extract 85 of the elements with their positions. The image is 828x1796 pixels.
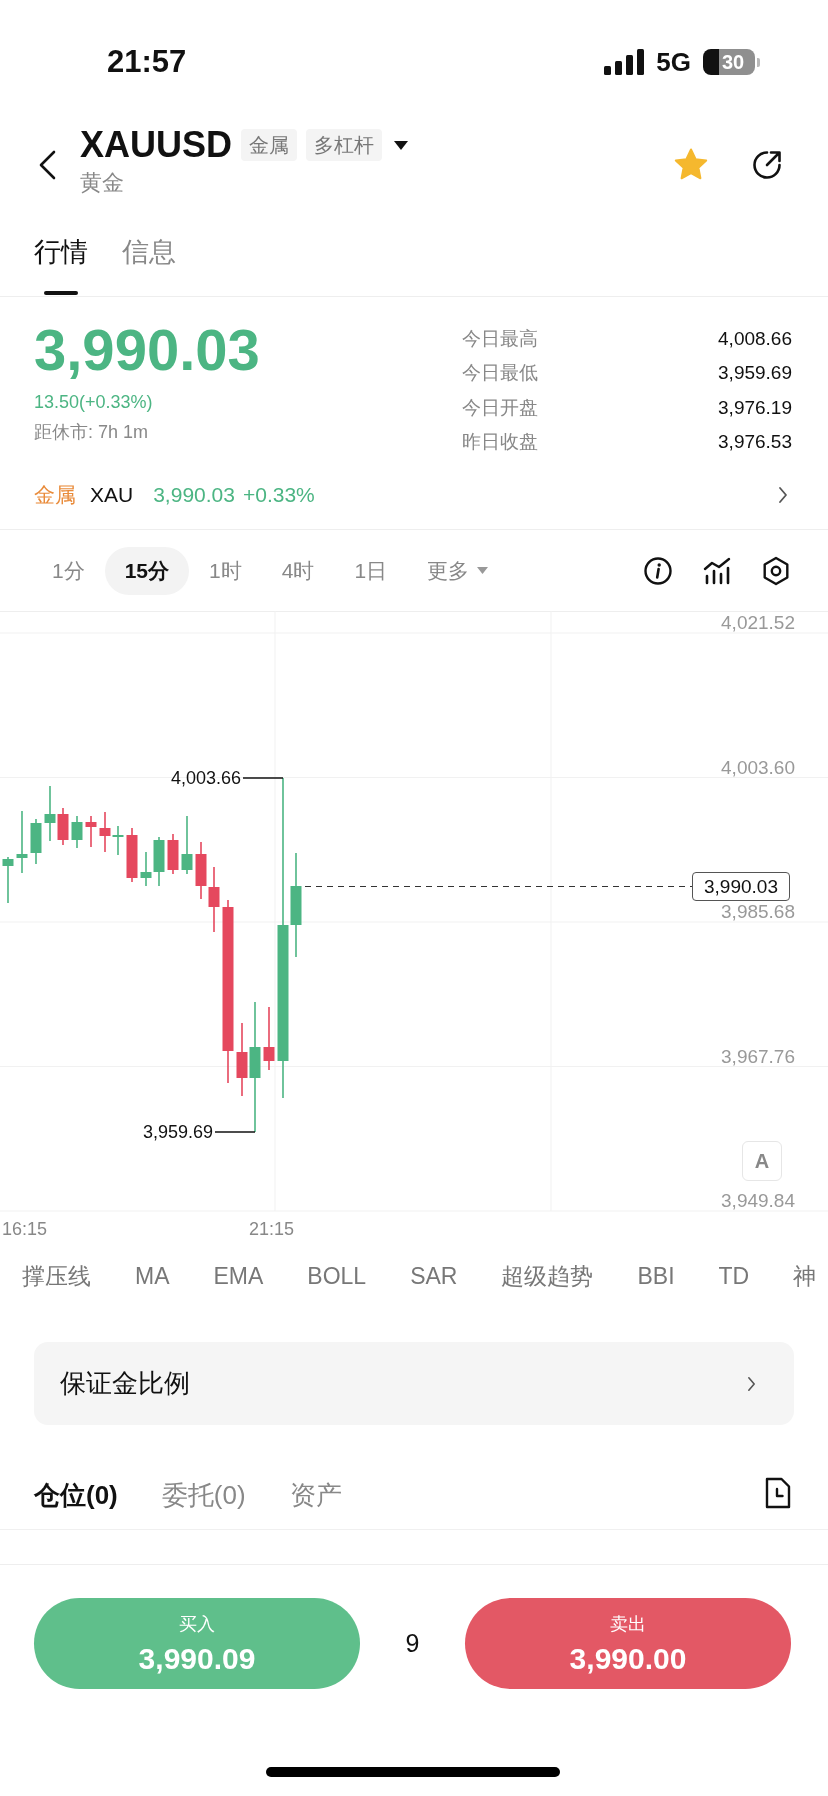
margin-ratio-button[interactable]: 保证金比例 <box>34 1342 794 1425</box>
timeframe-tab[interactable]: 15分 <box>104 546 190 595</box>
category-label: 金属 <box>34 481 76 508</box>
candle <box>16 810 28 874</box>
indicator-option[interactable]: SAR <box>410 1263 458 1290</box>
high-price-label: 4,003.66 <box>170 768 241 788</box>
candle <box>153 836 165 887</box>
timeframe-tab[interactable]: 4时 <box>261 546 335 595</box>
timeframe-tab[interactable]: 1时 <box>189 546 262 595</box>
related-symbol: XAU <box>90 482 134 507</box>
leader-line <box>214 1131 256 1133</box>
more-timeframes-button[interactable]: 更多 <box>407 546 509 595</box>
stat-label: 今日开盘 <box>462 395 539 420</box>
candle <box>208 866 220 933</box>
low-price-label: 3,959.69 <box>142 1122 213 1142</box>
candle <box>195 841 207 900</box>
candle <box>99 811 111 853</box>
status-time: 21:57 <box>107 44 187 80</box>
indicator-option[interactable]: MA <box>135 1263 170 1290</box>
network-type: 5G <box>656 46 691 79</box>
stat-value: 3,976.53 <box>718 429 792 454</box>
symbol-title: XAUUSD <box>80 125 232 165</box>
share-icon[interactable] <box>750 148 784 182</box>
stat-label: 今日最高 <box>462 327 539 351</box>
tag: 多杠杆 <box>306 129 382 161</box>
timeframe-tab[interactable]: 1日 <box>334 546 408 595</box>
candle <box>181 815 193 875</box>
candle <box>126 827 138 883</box>
stat-value: 4,008.66 <box>718 327 792 351</box>
candle <box>30 818 42 865</box>
candle <box>85 815 97 848</box>
signal-icon <box>604 49 645 75</box>
buy-button[interactable]: 买入 3,990.09 <box>34 1598 360 1689</box>
indicator-option[interactable]: 撑压线 <box>22 1261 91 1292</box>
position-tab[interactable]: 资产 <box>289 1425 342 1513</box>
axis-label: 16:15 <box>2 1219 48 1239</box>
chevron-right-icon[interactable] <box>778 485 788 504</box>
leader-line <box>242 777 284 779</box>
axis-label: 4,003.60 <box>721 756 795 778</box>
position-tab[interactable]: 委托(0) <box>161 1425 246 1513</box>
candle <box>112 825 124 856</box>
last-price: 3,990.03 <box>34 318 260 382</box>
indicator-option[interactable]: TD <box>718 1263 750 1290</box>
last-price-tag: 3,990.03 <box>692 872 790 901</box>
position-tab[interactable]: 仓位(0) <box>34 1425 118 1513</box>
axis-label: 3,949.84 <box>721 1190 795 1211</box>
info-icon[interactable] <box>643 555 673 586</box>
candle <box>140 851 152 887</box>
battery-indicator: 30 <box>703 49 760 75</box>
indicator-option[interactable]: 神 <box>793 1261 817 1292</box>
candle <box>263 1006 275 1071</box>
indicator-option[interactable]: 超级趋势 <box>501 1261 594 1292</box>
stat-value: 3,959.69 <box>718 361 792 386</box>
candle <box>167 833 179 875</box>
candle <box>2 856 14 904</box>
indicator-option[interactable]: BOLL <box>307 1263 367 1290</box>
candle <box>71 815 83 849</box>
axis-label: 3,967.76 <box>721 1045 795 1067</box>
axis-label: 21:15 <box>249 1219 295 1239</box>
tab[interactable]: 行情 <box>34 215 88 295</box>
axis-label: 3,985.68 <box>721 901 795 922</box>
settings-icon[interactable] <box>761 555 791 586</box>
sell-button[interactable]: 卖出 3,990.00 <box>465 1598 791 1689</box>
stat-value: 3,976.19 <box>718 395 792 420</box>
document-clock-icon[interactable] <box>764 1477 792 1509</box>
asset-name: 黄金 <box>80 169 125 197</box>
axis-label: 4,021.52 <box>721 612 795 633</box>
price-change: 13.50(+0.33%) <box>34 391 154 414</box>
caret-icon[interactable] <box>394 140 408 150</box>
spread-value: 9 <box>405 1629 420 1658</box>
related-change: +0.33% <box>242 482 315 507</box>
related-price: 3,990.03 <box>153 482 235 507</box>
market-close-countdown: 距休市: 7h 1m <box>34 421 150 444</box>
indicator-option[interactable]: EMA <box>213 1263 264 1290</box>
indicator-chart-icon[interactable] <box>702 555 732 586</box>
stat-label: 昨日收盘 <box>462 429 539 454</box>
auto-scale-button[interactable]: A <box>742 1141 782 1181</box>
tab[interactable]: 信息 <box>122 215 176 295</box>
indicator-option[interactable]: BBI <box>637 1263 675 1290</box>
caret-icon <box>477 567 489 574</box>
chevron-right-icon[interactable] <box>747 1375 756 1392</box>
stat-label: 今日最低 <box>462 361 539 386</box>
star-icon[interactable] <box>674 148 708 181</box>
timeframe-tab[interactable]: 1分 <box>32 546 105 595</box>
tag: 金属 <box>241 129 297 161</box>
